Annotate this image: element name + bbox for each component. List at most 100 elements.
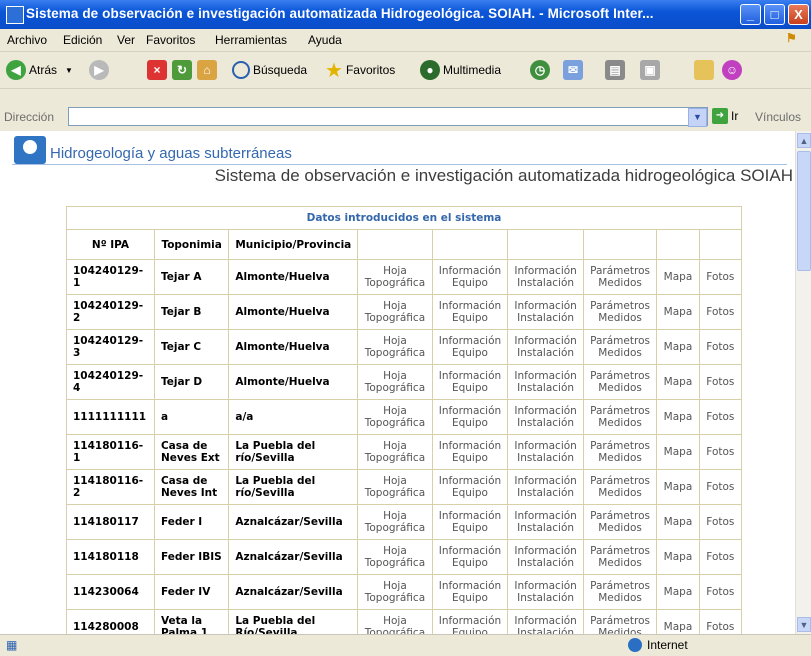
parametros-medidos-link[interactable]: Parámetros Medidos [582, 434, 658, 470]
address-input[interactable] [68, 107, 708, 126]
hoja-topografica-link[interactable]: Hoja Topográfica [357, 364, 433, 400]
informacion-equipo-link[interactable]: Información Equipo [431, 294, 509, 330]
informacion-instalacion-link[interactable]: Información Instalación [507, 364, 584, 400]
hoja-topografica-link[interactable]: Hoja Topográfica [357, 399, 433, 435]
fotos-link[interactable]: Fotos [698, 539, 743, 575]
edit-button[interactable]: ▣ [640, 58, 663, 82]
menu-favoritos[interactable]: Favoritos [146, 33, 195, 47]
mapa-link[interactable]: Mapa [656, 294, 700, 330]
informacion-equipo-link[interactable]: Información Equipo [431, 504, 509, 540]
parametros-medidos-link[interactable]: Parámetros Medidos [582, 469, 658, 505]
star-icon: ★ [325, 59, 343, 82]
maximize-button[interactable]: □ [764, 4, 785, 25]
fotos-link[interactable]: Fotos [698, 434, 743, 470]
parametros-medidos-link[interactable]: Parámetros Medidos [582, 574, 658, 610]
mail-button[interactable]: ✉ [563, 58, 586, 82]
hoja-topografica-link[interactable]: Hoja Topográfica [357, 504, 433, 540]
go-button[interactable]: ➜ Ir [712, 108, 738, 124]
home-button[interactable]: ⌂ [197, 58, 220, 82]
scroll-up-arrow[interactable]: ▲ [797, 133, 811, 148]
mapa-link[interactable]: Mapa [656, 434, 700, 470]
back-button[interactable]: ◀ Atrás ▼ [6, 58, 73, 82]
mapa-link[interactable]: Mapa [656, 539, 700, 575]
informacion-equipo-link[interactable]: Información Equipo [431, 469, 509, 505]
mapa-link[interactable]: Mapa [656, 399, 700, 435]
informacion-equipo-link[interactable]: Información Equipo [431, 574, 509, 610]
fotos-link[interactable]: Fotos [698, 609, 743, 634]
fotos-link[interactable]: Fotos [698, 364, 743, 400]
scroll-down-arrow[interactable]: ▼ [797, 617, 811, 632]
informacion-instalacion-link[interactable]: Información Instalación [507, 434, 584, 470]
minimize-button[interactable]: _ [740, 4, 761, 25]
informacion-equipo-link[interactable]: Información Equipo [431, 539, 509, 575]
informacion-equipo-link[interactable]: Información Equipo [431, 434, 509, 470]
hoja-topografica-link[interactable]: Hoja Topográfica [357, 469, 433, 505]
fotos-link[interactable]: Fotos [698, 574, 743, 610]
favorites-button[interactable]: ★ Favoritos [325, 58, 395, 82]
hoja-topografica-link[interactable]: Hoja Topográfica [357, 539, 433, 575]
informacion-instalacion-link[interactable]: Información Instalación [507, 329, 584, 365]
hoja-topografica-link[interactable]: Hoja Topográfica [357, 259, 433, 295]
menu-edicion[interactable]: Edición [63, 33, 102, 47]
mapa-link[interactable]: Mapa [656, 329, 700, 365]
mapa-link[interactable]: Mapa [656, 259, 700, 295]
mapa-link[interactable]: Mapa [656, 469, 700, 505]
fotos-link[interactable]: Fotos [698, 259, 743, 295]
folder-button[interactable] [694, 58, 717, 82]
informacion-equipo-link[interactable]: Información Equipo [431, 364, 509, 400]
mapa-link[interactable]: Mapa [656, 609, 700, 634]
informacion-instalacion-link[interactable]: Información Instalación [507, 259, 584, 295]
informacion-instalacion-link[interactable]: Información Instalación [507, 399, 584, 435]
links-label[interactable]: Vínculos [755, 110, 801, 124]
fotos-link[interactable]: Fotos [698, 329, 743, 365]
scroll-thumb[interactable] [797, 151, 811, 271]
cell-ipa: 114230064 [66, 574, 155, 610]
hoja-topografica-link[interactable]: Hoja Topográfica [357, 574, 433, 610]
informacion-instalacion-link[interactable]: Información Instalación [507, 609, 584, 634]
fotos-link[interactable]: Fotos [698, 294, 743, 330]
vertical-scrollbar[interactable]: ▲ ▼ [795, 131, 811, 634]
print-button[interactable]: ▤ [605, 58, 628, 82]
data-table: Datos introducidos en el sistema Nº IPA … [66, 206, 743, 634]
parametros-medidos-link[interactable]: Parámetros Medidos [582, 329, 658, 365]
informacion-equipo-link[interactable]: Información Equipo [431, 609, 509, 634]
multimedia-button[interactable]: ● Multimedia [420, 58, 501, 82]
close-button[interactable]: X [788, 4, 809, 25]
hoja-topografica-link[interactable]: Hoja Topográfica [357, 329, 433, 365]
forward-button[interactable]: ▶ [89, 58, 112, 82]
hoja-topografica-link[interactable]: Hoja Topográfica [357, 294, 433, 330]
history-button[interactable]: ◷ [530, 58, 553, 82]
informacion-instalacion-link[interactable]: Información Instalación [507, 504, 584, 540]
parametros-medidos-link[interactable]: Parámetros Medidos [582, 294, 658, 330]
messenger-button[interactable]: ☺ [722, 58, 745, 82]
fotos-link[interactable]: Fotos [698, 504, 743, 540]
mapa-link[interactable]: Mapa [656, 364, 700, 400]
parametros-medidos-link[interactable]: Parámetros Medidos [582, 504, 658, 540]
fotos-link[interactable]: Fotos [698, 469, 743, 505]
menu-archivo[interactable]: Archivo [7, 33, 47, 47]
parametros-medidos-link[interactable]: Parámetros Medidos [582, 539, 658, 575]
informacion-instalacion-link[interactable]: Información Instalación [507, 539, 584, 575]
parametros-medidos-link[interactable]: Parámetros Medidos [582, 399, 658, 435]
parametros-medidos-link[interactable]: Parámetros Medidos [582, 259, 658, 295]
menu-herramientas[interactable]: Herramientas [215, 33, 287, 47]
informacion-instalacion-link[interactable]: Información Instalación [507, 574, 584, 610]
menu-ayuda[interactable]: Ayuda [308, 33, 342, 47]
fotos-link[interactable]: Fotos [698, 399, 743, 435]
refresh-button[interactable]: ↻ [172, 58, 195, 82]
informacion-equipo-link[interactable]: Información Equipo [431, 259, 509, 295]
parametros-medidos-link[interactable]: Parámetros Medidos [582, 609, 658, 634]
mapa-link[interactable]: Mapa [656, 574, 700, 610]
mapa-link[interactable]: Mapa [656, 504, 700, 540]
address-dropdown[interactable]: ▼ [688, 108, 707, 127]
hoja-topografica-link[interactable]: Hoja Topográfica [357, 434, 433, 470]
menu-ver[interactable]: Ver [117, 33, 135, 47]
stop-button[interactable]: × [147, 58, 170, 82]
informacion-equipo-link[interactable]: Información Equipo [431, 329, 509, 365]
parametros-medidos-link[interactable]: Parámetros Medidos [582, 364, 658, 400]
informacion-instalacion-link[interactable]: Información Instalación [507, 294, 584, 330]
hoja-topografica-link[interactable]: Hoja Topográfica [357, 609, 433, 634]
search-button[interactable]: Búsqueda [232, 58, 307, 82]
informacion-equipo-link[interactable]: Información Equipo [431, 399, 509, 435]
informacion-instalacion-link[interactable]: Información Instalación [507, 469, 584, 505]
